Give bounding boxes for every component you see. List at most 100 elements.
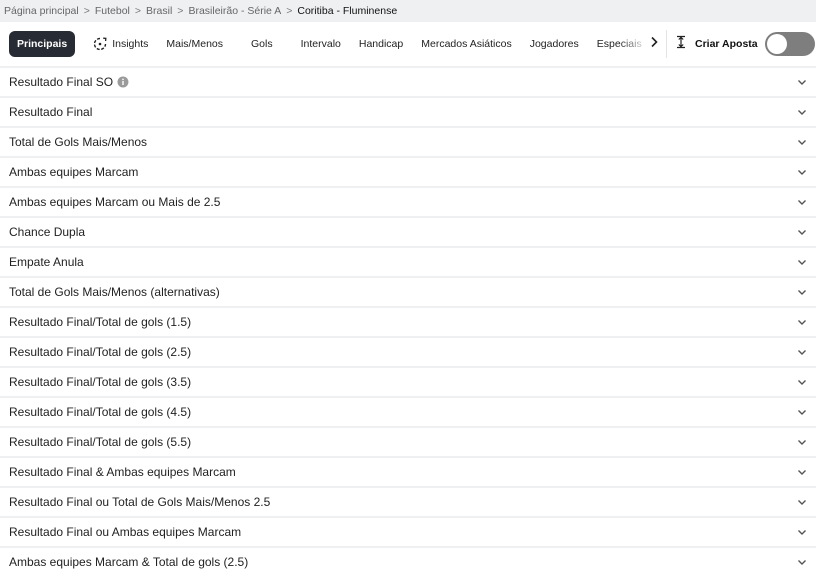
market-title: Total de Gols Mais/Menos <box>9 135 148 149</box>
market-title: Ambas equipes Marcam ou Mais de 2.5 <box>9 195 221 209</box>
chevron-down-icon[interactable] <box>797 349 807 356</box>
market-title: Resultado Final <box>9 105 93 119</box>
market-title-group: Ambas equipes Marcam & Total de gols (2.… <box>9 555 248 569</box>
market-title: Resultado Final ou Total de Gols Mais/Me… <box>9 495 271 509</box>
tab-label: Gols <box>251 38 273 50</box>
market-row[interactable]: Resultado Final <box>0 98 816 126</box>
market-title-group: Resultado Final/Total de gols (2.5) <box>9 345 191 359</box>
bet-builder-toggle-group: Criar Aposta <box>676 22 815 66</box>
chevron-down-icon[interactable] <box>797 409 807 416</box>
chevron-down-icon[interactable] <box>797 199 807 206</box>
market-title: Resultado Final ou Ambas equipes Marcam <box>9 525 242 539</box>
market-title: Empate Anula <box>9 255 84 269</box>
tab-label: Intervalo <box>300 38 341 50</box>
tab-gols[interactable]: Gols <box>232 31 292 57</box>
market-title-group: Total de Gols Mais/Menos (alternativas) <box>9 285 220 299</box>
markets-list: Resultado Final SO Resultado Final Total d… <box>0 68 816 574</box>
market-title: Resultado Final/Total de gols (3.5) <box>9 375 192 389</box>
chevron-down-icon[interactable] <box>797 169 807 176</box>
market-title: Total de Gols Mais/Menos (alternativas) <box>9 285 220 299</box>
breadcrumb-country[interactable]: Brasil <box>146 5 172 17</box>
market-title-group: Resultado Final/Total de gols (4.5) <box>9 405 191 419</box>
info-icon[interactable] <box>117 76 129 88</box>
market-title-group: Chance Dupla <box>9 225 85 239</box>
market-title: Resultado Final/Total de gols (5.5) <box>9 435 192 449</box>
breadcrumb-separator-icon: > <box>286 5 293 17</box>
market-row[interactable]: Resultado Final ou Ambas equipes Marcam <box>0 518 816 546</box>
tab-mercados-asiaticos[interactable]: Mercados Asiáticos <box>412 31 520 57</box>
chevron-down-icon[interactable] <box>797 79 807 86</box>
market-row[interactable]: Empate Anula <box>0 248 816 276</box>
chevron-down-icon[interactable] <box>797 319 807 326</box>
market-row[interactable]: Resultado Final SO <box>0 68 816 96</box>
market-row[interactable]: Total de Gols Mais/Menos <box>0 128 816 156</box>
market-title-group: Resultado Final SO <box>9 75 129 89</box>
chevron-down-icon[interactable] <box>797 229 807 236</box>
market-row[interactable]: Resultado Final/Total de gols (5.5) <box>0 428 816 456</box>
tab-label: Principais <box>17 38 68 50</box>
market-title: Chance Dupla <box>9 225 86 239</box>
bet-builder-label: Criar Aposta <box>695 38 758 50</box>
market-row[interactable]: Resultado Final/Total de gols (4.5) <box>0 398 816 426</box>
market-row[interactable]: Chance Dupla <box>0 218 816 246</box>
tab-principais[interactable]: Principais <box>9 31 76 57</box>
breadcrumb: Página principal > Futebol > Brasil > Br… <box>0 0 816 22</box>
chevron-down-icon[interactable] <box>797 259 807 266</box>
tabbar-divider <box>666 30 667 58</box>
market-title-group: Total de Gols Mais/Menos <box>9 135 147 149</box>
market-row[interactable]: Resultado Final ou Total de Gols Mais/Me… <box>0 488 816 516</box>
market-title: Ambas equipes Marcam <box>9 165 139 179</box>
market-row[interactable]: Ambas equipes Marcam & Total de gols (2.… <box>0 548 816 574</box>
tab-label: Jogadores <box>529 38 579 50</box>
market-title: Resultado Final SO <box>9 75 114 89</box>
breadcrumb-home[interactable]: Página principal <box>4 5 79 17</box>
chevron-down-icon[interactable] <box>797 469 807 476</box>
tab-insights[interactable]: Insights <box>84 31 157 57</box>
market-row[interactable]: Resultado Final/Total de gols (1.5) <box>0 308 816 336</box>
chevron-down-icon[interactable] <box>797 379 807 386</box>
switch-knob <box>766 34 787 54</box>
chevron-down-icon[interactable] <box>797 289 807 296</box>
breadcrumb-league[interactable]: Brasileirão - Série A <box>188 5 281 17</box>
market-title-group: Resultado Final/Total de gols (3.5) <box>9 375 191 389</box>
tab-intervalo[interactable]: Intervalo <box>292 31 350 57</box>
breadcrumb-event: Coritiba - Fluminense <box>297 5 398 17</box>
breadcrumb-separator-icon: > <box>134 5 142 17</box>
chevron-down-icon[interactable] <box>797 559 807 566</box>
breadcrumb-separator-icon: > <box>177 5 184 17</box>
market-title-group: Resultado Final ou Total de Gols Mais/Me… <box>9 495 270 509</box>
market-title-group: Resultado Final <box>9 105 92 119</box>
bet-builder-switch[interactable] <box>764 32 815 56</box>
breadcrumb-football[interactable]: Futebol <box>95 5 130 17</box>
market-row[interactable]: Total de Gols Mais/Menos (alternativas) <box>0 278 816 306</box>
chevron-down-icon[interactable] <box>797 499 807 506</box>
market-row[interactable]: Ambas equipes Marcam <box>0 158 816 186</box>
breadcrumb-separator-icon: > <box>83 5 90 17</box>
tab-jogadores[interactable]: Jogadores <box>521 31 588 57</box>
market-title-group: Ambas equipes Marcam <box>9 165 138 179</box>
market-title-group: Resultado Final/Total de gols (5.5) <box>9 435 191 449</box>
insights-icon <box>93 37 107 51</box>
market-title-group: Ambas equipes Marcam ou Mais de 2.5 <box>9 195 220 209</box>
market-row[interactable]: Resultado Final/Total de gols (3.5) <box>0 368 816 396</box>
tab-especiais[interactable]: Especiais <box>588 31 651 57</box>
market-title: Resultado Final/Total de gols (1.5) <box>9 315 192 329</box>
tabs-scroll-right-button[interactable] <box>647 22 661 66</box>
market-title-group: Empate Anula <box>9 255 84 269</box>
chevron-down-icon[interactable] <box>797 109 807 116</box>
tab-mais-menos[interactable]: Mais/Menos <box>157 31 232 57</box>
market-row[interactable]: Resultado Final & Ambas equipes Marcam <box>0 458 816 486</box>
market-title: Resultado Final/Total de gols (4.5) <box>9 405 192 419</box>
chevron-down-icon[interactable] <box>797 139 807 146</box>
market-row[interactable]: Ambas equipes Marcam ou Mais de 2.5 <box>0 188 816 216</box>
market-tabs-bar: Principais Insights Mais/Menos Gols Inte… <box>0 22 816 66</box>
chevron-down-icon[interactable] <box>797 439 807 446</box>
bet-builder-icon <box>676 35 686 54</box>
tab-handicap[interactable]: Handicap <box>350 31 412 57</box>
chevron-down-icon[interactable] <box>797 529 807 536</box>
market-title-group: Resultado Final/Total de gols (1.5) <box>9 315 191 329</box>
market-title-group: Resultado Final & Ambas equipes Marcam <box>9 465 236 479</box>
tab-label: Mercados Asiáticos <box>421 38 512 50</box>
market-row[interactable]: Resultado Final/Total de gols (2.5) <box>0 338 816 366</box>
market-title: Resultado Final/Total de gols (2.5) <box>9 345 192 359</box>
